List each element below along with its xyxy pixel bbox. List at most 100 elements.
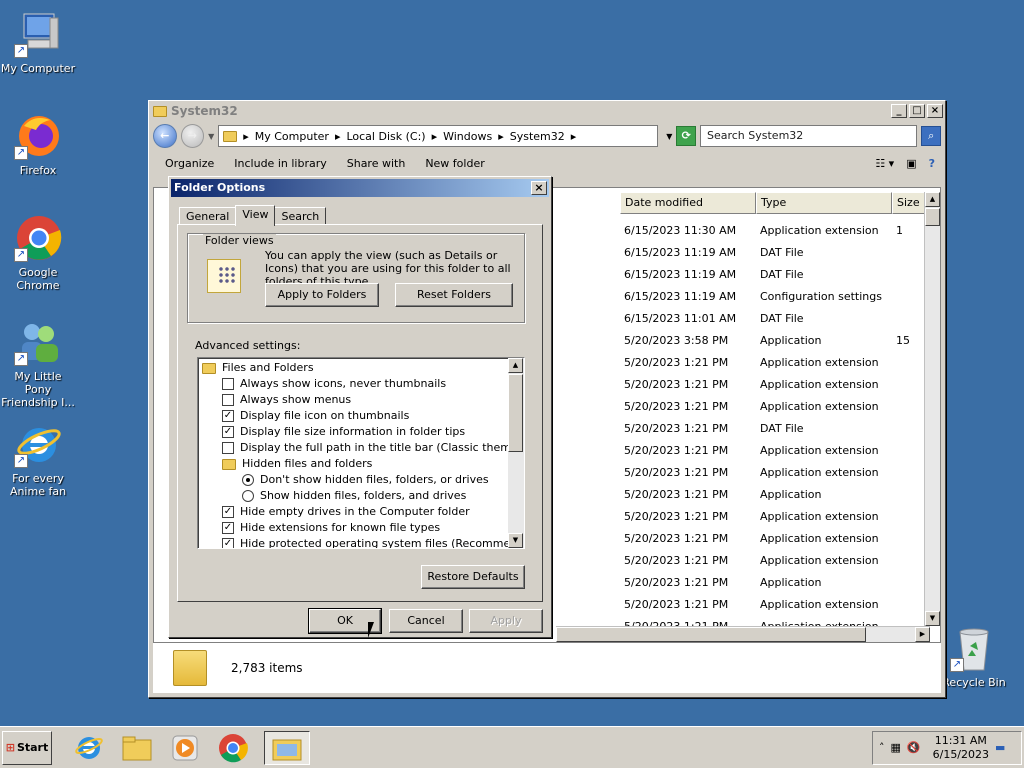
restore-defaults-button[interactable]: Restore Defaults [421,565,525,589]
breadcrumb-item[interactable]: Windows [443,130,492,143]
scroll-down-button[interactable]: ▼ [925,611,940,626]
include-library-menu[interactable]: Include in library [234,157,326,170]
table-row[interactable]: 5/20/2023 1:21 PM Application [620,572,932,594]
tree-scrollbar[interactable]: ▲ ▼ [508,358,524,548]
tree-item[interactable]: ✓ Display file size information in folder… [222,424,465,440]
table-row[interactable]: 5/20/2023 1:21 PM Application extension [620,352,932,374]
start-button[interactable]: ⊞ Start [2,730,52,765]
breadcrumb-item[interactable]: My Computer [255,130,329,143]
taskbar-explorer-active[interactable] [264,730,310,765]
refresh-button[interactable]: ⟳ [676,126,696,146]
desktop-icon-anime[interactable]: ↗ For every Anime fan [0,420,76,498]
table-row[interactable]: 5/20/2023 1:21 PM Application extension [620,462,932,484]
reset-folders-button[interactable]: Reset Folders [395,283,513,307]
scroll-down-button[interactable]: ▼ [508,533,523,548]
address-bar[interactable]: ▸ My Computer ▸ Local Disk (C:) ▸ Window… [218,125,659,147]
desktop-icon-firefox[interactable]: ↗ Firefox [0,112,76,177]
table-row[interactable]: 6/15/2023 11:19 AM DAT File [620,242,932,264]
tree-item[interactable]: Don't show hidden files, folders, or dri… [242,472,489,488]
tree-item[interactable]: ✓ Hide extensions for known file types [222,520,440,536]
desktop-icon-recycle-bin[interactable]: ↗ Recycle Bin [936,624,1012,689]
explorer-titlebar[interactable]: System32 _ □ × [149,101,945,121]
table-row[interactable]: 5/20/2023 1:21 PM Application extension [620,374,932,396]
tree-item[interactable]: Hidden files and folders [222,456,372,472]
tree-item[interactable]: ✓ Hide empty drives in the Computer folde… [222,504,470,520]
tree-item[interactable]: Files and Folders [202,360,314,376]
clock[interactable]: 11:31 AM 6/15/2023 [933,734,989,762]
tree-item[interactable]: ✓ Display file icon on thumbnails [222,408,409,424]
help-icon[interactable]: ? [929,157,935,170]
show-hidden-icons-icon[interactable]: ˄ [879,741,885,754]
breadcrumb-item[interactable]: System32 [510,130,565,143]
view-options-icon[interactable]: ☷ ▾ [875,157,894,170]
minimize-button[interactable]: _ [891,104,907,118]
back-button[interactable]: ← [153,124,177,148]
tree-item[interactable]: Always show icons, never thumbnails [222,376,446,392]
tree-item[interactable]: Display the full path in the title bar (… [222,440,524,456]
scroll-up-button[interactable]: ▲ [508,358,523,373]
table-row[interactable]: 5/20/2023 1:21 PM Application extension [620,396,932,418]
column-type[interactable]: Type [756,192,892,214]
apply-to-folders-button[interactable]: Apply to Folders [265,283,379,307]
radio-button[interactable] [242,490,254,502]
hscroll-thumb[interactable] [556,627,866,642]
checkbox[interactable]: ✓ [222,522,234,534]
maximize-button[interactable]: □ [909,104,925,118]
checkbox[interactable]: ✓ [222,426,234,438]
tree-item[interactable]: ✓ Hide protected operating system files (… [222,536,524,548]
breadcrumb-item[interactable]: Local Disk (C:) [346,130,425,143]
address-dropdown-icon[interactable]: ▼ [666,132,672,141]
preview-pane-icon[interactable]: ▣ [906,157,916,170]
horizontal-scrollbar[interactable]: ▶ [556,626,930,642]
table-row[interactable]: 6/15/2023 11:19 AM DAT File [620,264,932,286]
dialog-close-button[interactable]: × [531,181,547,195]
show-desktop-icon[interactable]: ▬ [995,741,1005,754]
radio-button[interactable] [242,474,254,486]
tree-item[interactable]: Always show menus [222,392,351,408]
table-row[interactable]: 5/20/2023 1:21 PM Application extension [620,506,932,528]
new-folder-button[interactable]: New folder [425,157,484,170]
taskbar-chrome[interactable] [216,731,250,765]
taskbar-file-explorer[interactable] [120,731,154,765]
scroll-thumb[interactable] [508,374,523,452]
table-row[interactable]: 5/20/2023 1:21 PM Application extension [620,594,932,616]
scroll-right-button[interactable]: ▶ [915,627,930,642]
taskbar-media-player[interactable] [168,731,202,765]
search-input[interactable]: Search System32 [699,125,918,147]
table-row[interactable]: 5/20/2023 1:21 PM Application extension [620,528,932,550]
tab-view[interactable]: View [235,205,276,226]
desktop-icon-my-computer[interactable]: ↗ My Computer [0,10,76,75]
checkbox[interactable]: ✓ [222,538,234,548]
network-icon[interactable]: ▦ [891,741,901,754]
close-button[interactable]: × [927,104,943,118]
table-row[interactable]: 5/20/2023 1:21 PM Application [620,484,932,506]
desktop-icon-my-little-pony[interactable]: ↗ My Little Pony Friendship I... [0,318,76,409]
table-row[interactable]: 6/15/2023 11:30 AM Application extension 1 [620,220,932,242]
search-button[interactable]: ⌕ [921,126,941,146]
table-row[interactable]: 5/20/2023 1:21 PM Application extension [620,550,932,572]
desktop-icon-chrome[interactable]: ↗ Google Chrome [0,214,76,292]
taskbar-internet-explorer[interactable] [72,731,106,765]
checkbox[interactable]: ✓ [222,410,234,422]
table-row[interactable]: 6/15/2023 11:01 AM DAT File [620,308,932,330]
checkbox[interactable] [222,394,234,406]
chevron-down-icon[interactable]: ▼ [208,132,214,141]
advanced-settings-tree[interactable]: Files and Folders Always show icons, neve… [197,357,525,549]
tab-general[interactable]: General [179,207,237,225]
dialog-titlebar[interactable]: Folder Options × [171,179,549,197]
table-row[interactable]: 6/15/2023 11:19 AM Configuration settings [620,286,932,308]
forward-button[interactable]: → [180,124,205,148]
tab-search[interactable]: Search [274,207,327,225]
scroll-up-button[interactable]: ▲ [925,192,940,207]
tree-item[interactable]: Show hidden files, folders, and drives [242,488,466,504]
table-row[interactable]: 5/20/2023 1:21 PM Application extension [620,440,932,462]
table-row[interactable]: 5/20/2023 1:21 PM DAT File [620,418,932,440]
checkbox[interactable]: ✓ [222,506,234,518]
share-with-menu[interactable]: Share with [347,157,406,170]
volume-muted-icon[interactable]: 🔇 [907,741,921,754]
checkbox[interactable] [222,442,234,454]
organize-menu[interactable]: Organize [165,157,214,170]
apply-button[interactable]: Apply [469,609,543,633]
column-date-modified[interactable]: Date modified [620,192,756,214]
vertical-scrollbar[interactable]: ▲ ▼ [924,192,940,626]
